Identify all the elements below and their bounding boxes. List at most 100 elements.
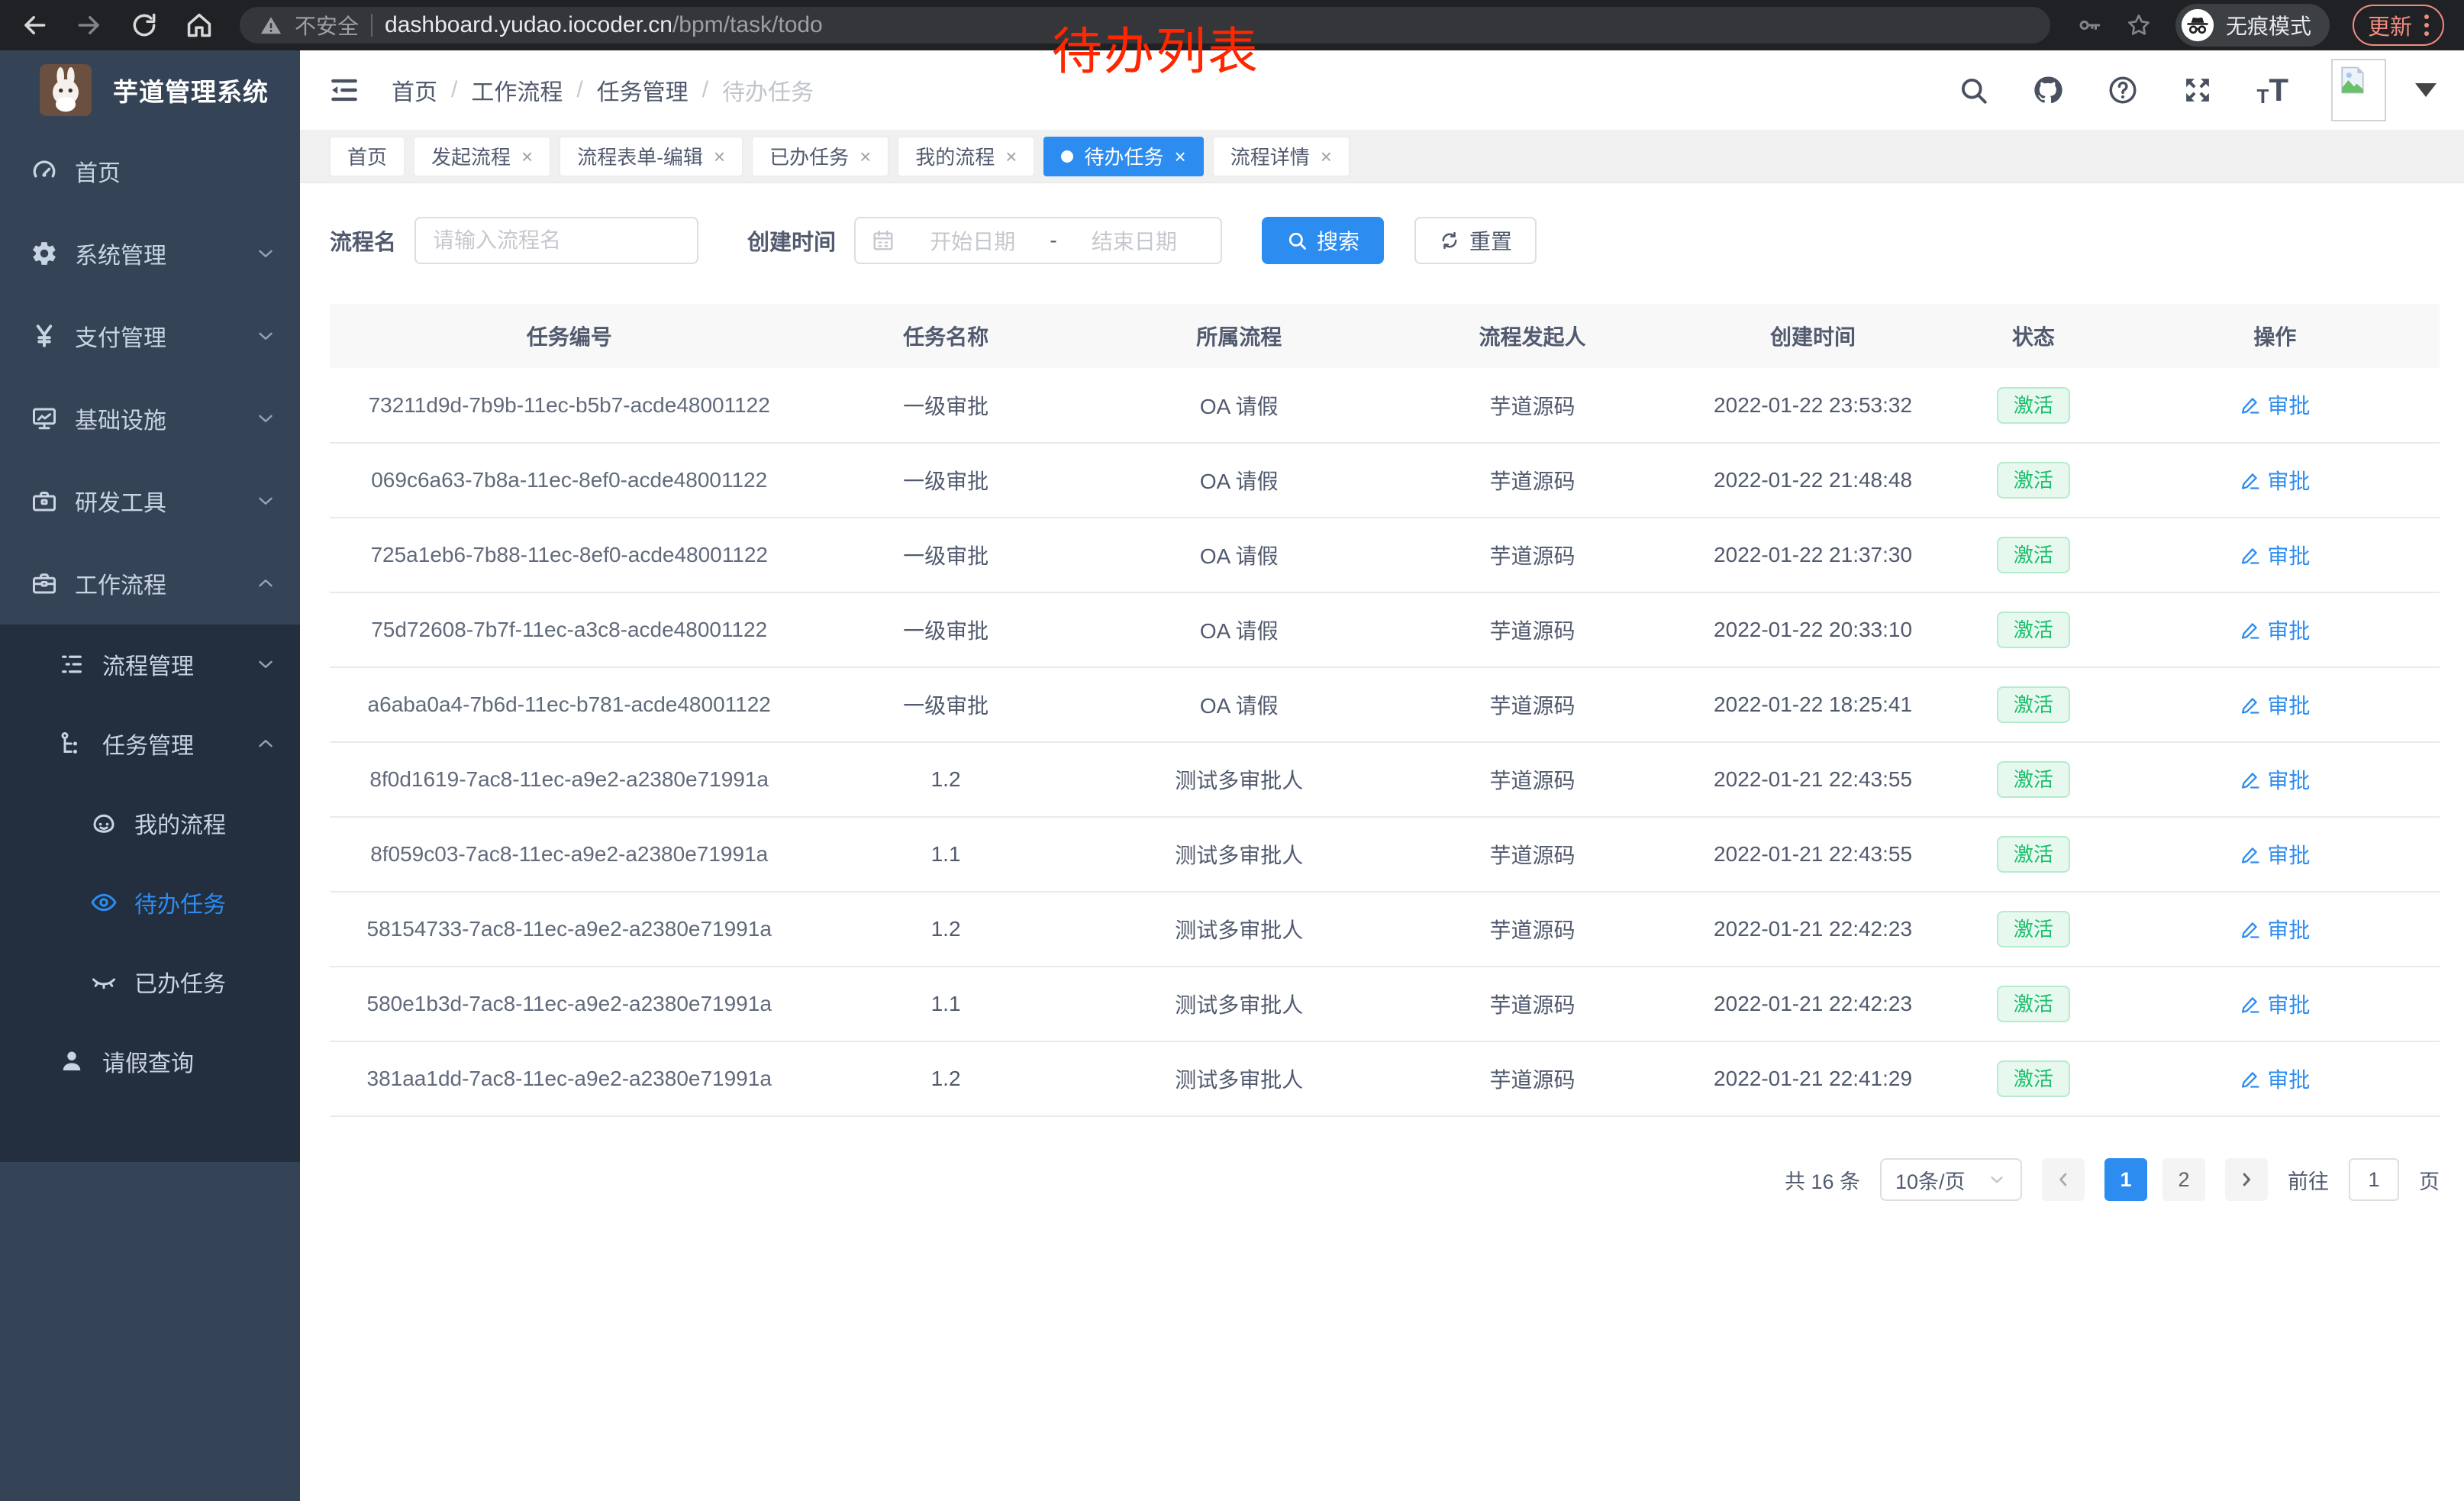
- approve-button[interactable]: 审批: [2240, 764, 2310, 795]
- font-size-icon[interactable]: TT: [2256, 74, 2288, 106]
- action-cell: 审批: [2111, 742, 2440, 817]
- sidebar-item-11[interactable]: 请假查询: [0, 1022, 300, 1101]
- sidebar-item-label: 我的流程: [134, 806, 226, 840]
- filter-form: 流程名 创建时间 开始日期 - 结束日期 搜索 重置: [330, 217, 2440, 264]
- tab-1[interactable]: 发起流程×: [414, 137, 550, 176]
- task-name-cell: 一级审批: [808, 518, 1082, 592]
- created-cell: 2022-01-21 22:42:23: [1669, 892, 1956, 967]
- starter-cell: 芋道源码: [1395, 967, 1669, 1041]
- approve-button[interactable]: 审批: [2240, 389, 2310, 420]
- sidebar-fold-icon[interactable]: [327, 73, 361, 107]
- sidebar-item-1[interactable]: 系统管理: [0, 212, 300, 295]
- status-badge: 激活: [1997, 612, 2070, 648]
- action-cell: 审批: [2111, 368, 2440, 443]
- date-range-picker[interactable]: 开始日期 - 结束日期: [854, 217, 1222, 264]
- next-page-button[interactable]: [2225, 1158, 2268, 1201]
- sidebar-item-7[interactable]: 任务管理: [0, 704, 300, 783]
- tab-4[interactable]: 我的流程×: [898, 137, 1034, 176]
- approve-button[interactable]: 审批: [2240, 989, 2310, 1019]
- search-icon[interactable]: [1957, 74, 1989, 106]
- close-icon[interactable]: ×: [714, 147, 725, 166]
- browser-menu-icon[interactable]: [2424, 15, 2429, 36]
- chevron-left-icon: [2053, 1169, 2074, 1190]
- status-cell: 激活: [1956, 967, 2111, 1041]
- close-icon[interactable]: ×: [1005, 147, 1017, 166]
- sidebar-item-2[interactable]: 支付管理: [0, 295, 300, 377]
- close-icon[interactable]: ×: [1175, 147, 1186, 166]
- sidebar-item-label: 任务管理: [102, 727, 194, 760]
- app-title: 芋道管理系统: [113, 72, 269, 108]
- approve-button[interactable]: 审批: [2240, 689, 2310, 720]
- date-end-placeholder: 结束日期: [1063, 225, 1205, 256]
- close-icon[interactable]: ×: [1321, 147, 1332, 166]
- sidebar-item-3[interactable]: 基础设施: [0, 377, 300, 460]
- approve-button[interactable]: 审批: [2240, 914, 2310, 944]
- incognito-icon: [2180, 8, 2215, 43]
- browser-update-button[interactable]: 更新: [2353, 5, 2444, 46]
- approve-button[interactable]: 审批: [2240, 839, 2310, 870]
- url-divider: [371, 14, 373, 37]
- security-label: 不安全: [295, 10, 359, 40]
- page-button-1[interactable]: 1: [2104, 1158, 2147, 1201]
- breadcrumb-workflow[interactable]: 工作流程: [471, 73, 563, 107]
- starter-cell: 芋道源码: [1395, 667, 1669, 742]
- tab-0[interactable]: 首页: [330, 137, 405, 176]
- sidebar-item-10[interactable]: 已办任务: [0, 942, 300, 1022]
- key-icon[interactable]: [2076, 12, 2102, 38]
- column-header: 所属流程: [1083, 304, 1395, 368]
- github-icon[interactable]: [2032, 74, 2064, 106]
- content: 流程名 创建时间 开始日期 - 结束日期 搜索 重置 任务编号任务名称所属流: [300, 183, 2464, 1201]
- status-cell: 激活: [1956, 592, 2111, 667]
- approve-button[interactable]: 审批: [2240, 615, 2310, 645]
- page-button-2[interactable]: 2: [2162, 1158, 2205, 1201]
- prev-page-button[interactable]: [2042, 1158, 2085, 1201]
- breadcrumb-task-mgmt[interactable]: 任务管理: [597, 73, 689, 107]
- app-logo-row[interactable]: 芋道管理系统: [0, 50, 300, 130]
- home-icon[interactable]: [185, 11, 214, 40]
- close-icon[interactable]: ×: [521, 147, 533, 166]
- fullscreen-icon[interactable]: [2182, 74, 2214, 106]
- approve-button[interactable]: 审批: [2240, 1064, 2310, 1094]
- sidebar-item-label: 首页: [75, 154, 121, 188]
- user-menu-caret-icon[interactable]: [2415, 83, 2437, 97]
- table-row: 725a1eb6-7b88-11ec-8ef0-acde48001122一级审批…: [330, 518, 2440, 592]
- sidebar-item-8[interactable]: 我的流程: [0, 783, 300, 863]
- help-icon[interactable]: [2107, 74, 2139, 106]
- close-icon[interactable]: ×: [859, 147, 871, 166]
- tab-3[interactable]: 已办任务×: [752, 137, 889, 176]
- bookmark-star-icon[interactable]: [2125, 11, 2153, 39]
- sidebar-item-label: 待办任务: [134, 886, 226, 919]
- pencil-icon: [2240, 694, 2261, 715]
- table-row: 8f059c03-7ac8-11ec-a9e2-a2380e71991a1.1测…: [330, 817, 2440, 892]
- reload-icon[interactable]: [130, 11, 159, 40]
- column-header: 操作: [2111, 304, 2440, 368]
- reset-button[interactable]: 重置: [1414, 217, 1537, 264]
- goto-page-input[interactable]: [2349, 1158, 2399, 1201]
- status-cell: 激活: [1956, 443, 2111, 518]
- approve-button[interactable]: 审批: [2240, 540, 2310, 570]
- back-icon[interactable]: [20, 11, 49, 40]
- process-name-input[interactable]: [414, 217, 698, 264]
- process-cell: OA 请假: [1083, 592, 1395, 667]
- sidebar-item-5[interactable]: 工作流程: [0, 542, 300, 625]
- sidebar-item-0[interactable]: 首页: [0, 130, 300, 212]
- approve-label: 审批: [2267, 465, 2310, 495]
- tab-6[interactable]: 流程详情×: [1213, 137, 1350, 176]
- sidebar-item-9[interactable]: 待办任务: [0, 863, 300, 942]
- search-button[interactable]: 搜索: [1262, 217, 1384, 264]
- sidebar-item-label: 工作流程: [75, 567, 166, 600]
- forward-icon[interactable]: [75, 11, 104, 40]
- task-name-cell: 1.2: [808, 1041, 1082, 1116]
- breadcrumb-home[interactable]: 首页: [392, 73, 437, 107]
- sidebar-item-4[interactable]: 研发工具: [0, 460, 300, 542]
- tab-5[interactable]: 待办任务×: [1043, 137, 1203, 176]
- approve-button[interactable]: 审批: [2240, 465, 2310, 495]
- page-size-select[interactable]: 10条/页: [1880, 1158, 2022, 1201]
- sidebar-item-6[interactable]: 流程管理: [0, 625, 300, 704]
- tab-2[interactable]: 流程表单-编辑×: [560, 137, 743, 176]
- status-badge: 激活: [1997, 387, 2070, 424]
- avatar[interactable]: [2331, 59, 2386, 121]
- url-text: dashboard.yudao.iocoder.cn/bpm/task/todo: [385, 12, 823, 38]
- reset-refresh-icon: [1439, 230, 1460, 251]
- search-button-icon: [1286, 230, 1308, 251]
